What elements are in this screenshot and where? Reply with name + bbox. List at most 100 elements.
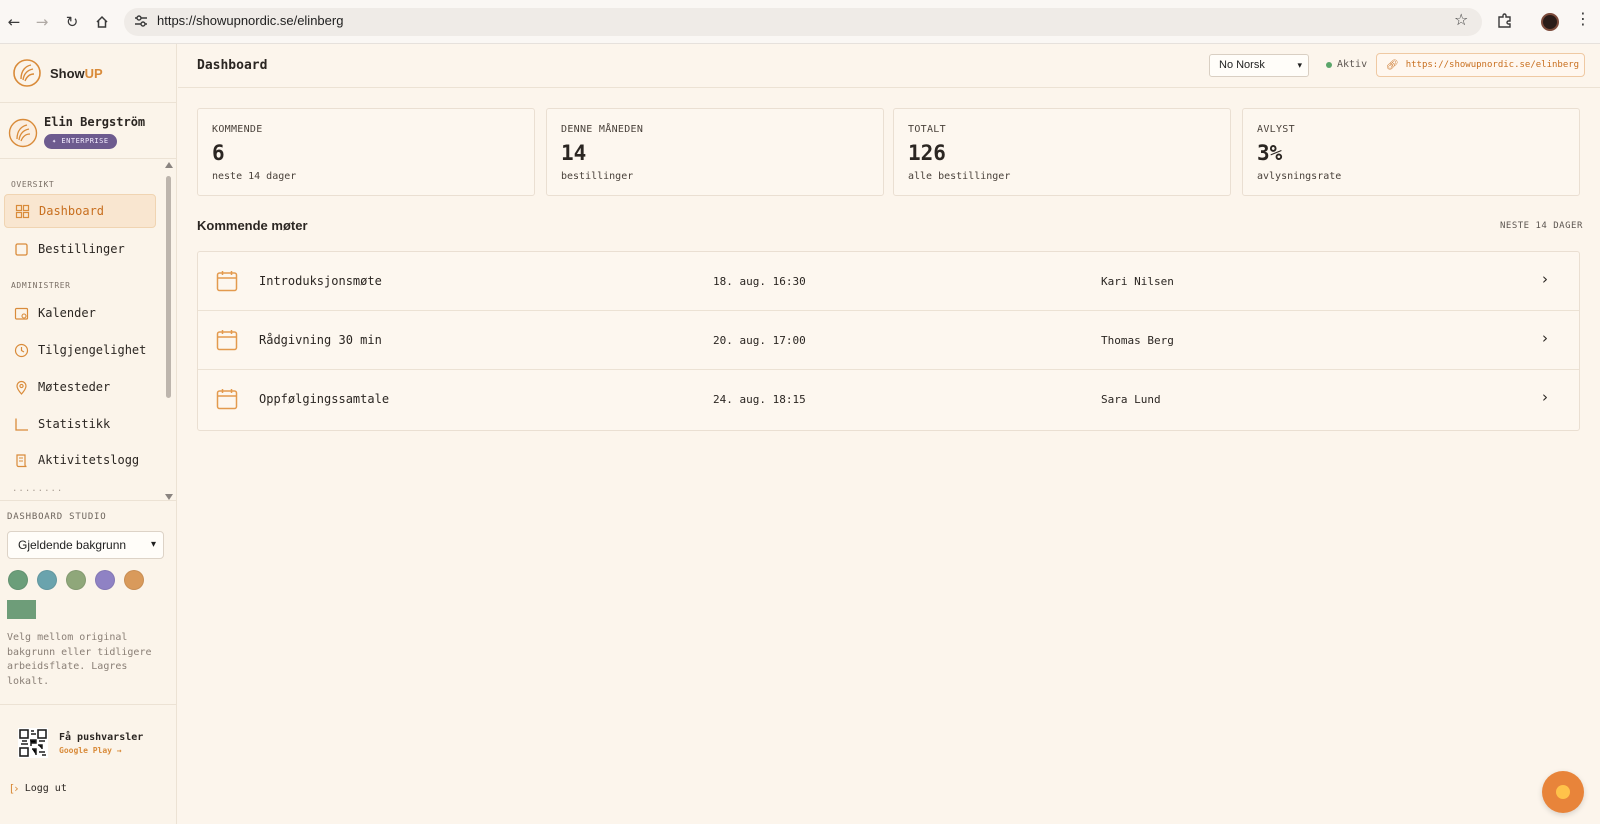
profile-icon[interactable] [1541,13,1559,31]
home-icon[interactable] [91,11,113,33]
user-card[interactable]: Elin Bergström ✦ ENTERPRISE [8,114,173,158]
push-notifications-card[interactable]: Få pushvarsler Google Play → [18,728,168,760]
sidebar-item-label: Dashboard [39,204,105,218]
calendar-icon [216,271,238,292]
sidebar-scrollbar[interactable] [166,176,171,398]
stat-card-total: TOTALT 126 alle bestillinger [893,108,1231,196]
section-label-overview: OVERSIKT [11,180,55,189]
sidebar-item-label: Bestillinger [38,242,125,256]
sidebar-item-calendar[interactable]: Kalender [4,296,156,330]
stat-value: 6 [212,141,225,165]
sidebar-item-label: Kalender [38,306,96,320]
sidebar-item-activity-log[interactable]: Aktivitetslogg [4,443,156,477]
color-swatch-olive[interactable] [66,570,86,590]
bookmark-star-icon[interactable]: ☆ [1454,10,1468,29]
chevron-down-icon: ▾ [1297,60,1302,70]
chart-icon [15,418,28,431]
browser-toolbar: ← → ↻ https://showupnordic.se/elinberg ☆… [0,0,1600,44]
background-select-value: Gjeldende bakgrunn [18,538,127,552]
stat-value: 3% [1257,141,1283,165]
section-label-admin: ADMINISTRER [11,281,71,290]
calendar-icon [14,307,29,320]
color-swatch-teal[interactable] [37,570,57,590]
sidebar-item-locations[interactable]: Møtesteder [4,370,156,404]
extensions-icon[interactable] [1496,12,1514,30]
sidebar-item-statistics[interactable]: Statistikk [4,407,156,441]
sidebar: ShowUP Elin Bergström ✦ ENTERPRISE OVERS… [0,44,177,824]
sidebar-item-availability[interactable]: Tilgjengelighet [4,333,156,367]
site-settings-icon[interactable] [132,12,150,30]
meeting-title: Oppfølgingssamtale [259,392,390,406]
upcoming-meetings-list: Introduksjonsmøte 18. aug. 16:30 Kari Ni… [197,251,1580,431]
main-header: Dashboard No Norsk ▾ Aktiv 🔗︎ https://sh… [178,44,1600,88]
menu-icon[interactable]: ⋮ [1575,9,1591,28]
brand[interactable]: ShowUP [12,56,103,90]
location-pin-icon [16,380,27,395]
back-arrow-icon[interactable]: ← [3,11,25,33]
avatar [8,118,38,148]
chevron-right-icon: › [1542,329,1548,347]
stat-card-this-month: DENNE MÅNEDEN 14 bestillinger [546,108,884,196]
public-link-text: https://showupnordic.se/elinberg [1405,60,1580,70]
sun-icon [1556,785,1570,799]
stat-sub: bestillinger [561,171,634,182]
meeting-title: Introduksjonsmøte [259,274,382,288]
color-swatch-orange[interactable] [124,570,144,590]
user-name: Elin Bergström [44,115,146,129]
divider [0,102,177,103]
scroll-up-arrow-icon[interactable] [165,162,173,168]
color-swatch-green[interactable] [8,570,28,590]
stat-label: KOMMENDE [212,124,263,135]
color-swatch-purple[interactable] [95,570,115,590]
clock-icon [14,343,29,357]
scroll-log-icon [16,453,27,467]
forward-arrow-icon[interactable]: → [31,11,53,33]
stat-sub: neste 14 dager [212,171,297,182]
push-title: Få pushvarsler [59,732,144,743]
meeting-person: Sara Lund [1101,393,1161,406]
stat-sub: avlysningsrate [1257,171,1342,182]
logout-label: Logg ut [24,783,67,794]
calendar-icon [216,330,238,351]
page-title: Dashboard [197,58,268,73]
logout-button[interactable]: [› Logg ut [10,782,67,795]
plan-badge: ✦ ENTERPRISE [44,134,117,149]
floating-action-button[interactable] [1542,771,1584,813]
public-link-button[interactable]: 🔗︎ https://showupnordic.se/elinberg [1376,53,1585,77]
chevron-right-icon: › [1542,388,1548,406]
brand-name: ShowUP [50,65,103,81]
calendar-icon [216,389,238,410]
divider [0,158,177,159]
sidebar-item-label: Tilgjengelighet [38,343,147,357]
meeting-time: 24. aug. 18:15 [713,393,806,406]
stat-value: 126 [908,141,946,165]
meeting-person: Kari Nilsen [1101,275,1174,288]
square-icon [15,242,28,256]
status-label: Aktiv [1337,59,1368,70]
meeting-row[interactable]: Oppfølgingssamtale 24. aug. 18:15 Sara L… [198,370,1579,429]
google-play-link[interactable]: Google Play → [59,746,122,755]
stat-label: TOTALT [908,124,946,135]
showup-logo-icon [13,59,41,87]
language-select-value: No Norsk [1219,59,1265,71]
status-badge: Aktiv [1326,59,1367,70]
meeting-person: Thomas Berg [1101,334,1174,347]
language-select[interactable]: No Norsk ▾ [1209,54,1309,77]
studio-help-text: Velg mellom original bakgrunn eller tidl… [7,632,152,687]
meeting-row[interactable]: Rådgivning 30 min 20. aug. 17:00 Thomas … [198,311,1579,370]
reload-icon[interactable]: ↻ [61,11,83,33]
meeting-time: 18. aug. 16:30 [713,275,806,288]
grid-icon [15,204,30,218]
logout-icon: [› [10,782,19,795]
stat-label: AVLYST [1257,124,1295,135]
meeting-row[interactable]: Introduksjonsmøte 18. aug. 16:30 Kari Ni… [198,252,1579,311]
background-select[interactable]: Gjeldende bakgrunn ▾ [7,531,164,559]
sidebar-item-dashboard[interactable]: Dashboard [4,194,156,228]
studio-label: DASHBOARD STUDIO [7,512,107,522]
workspace-swatch[interactable] [7,600,36,619]
stat-sub: alle bestillinger [908,171,1011,182]
chevron-down-icon: ▾ [150,539,156,550]
sidebar-item-bookings[interactable]: Bestillinger [4,232,156,266]
stat-label: DENNE MÅNEDEN [561,124,644,135]
chevron-right-icon: › [1542,270,1548,288]
